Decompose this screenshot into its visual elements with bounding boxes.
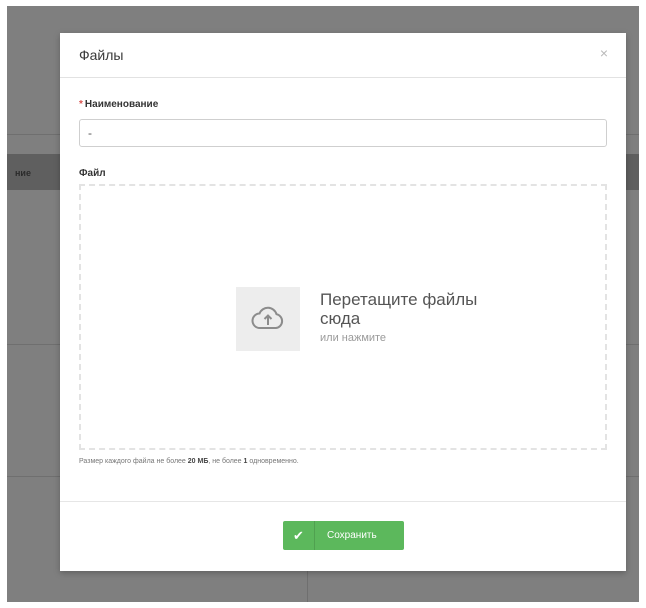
hint-size: 20 МБ [187, 458, 209, 465]
required-marker: * [79, 99, 83, 110]
background-divider [307, 566, 308, 602]
upload-hint: Размер каждого файла не более 20 МБ, не … [79, 458, 299, 465]
file-field-label: Файл [79, 168, 106, 179]
check-icon: ✔ [293, 528, 304, 543]
hint-prefix: Размер каждого файла не более [79, 458, 188, 465]
hint-suffix: одновременно. [247, 458, 299, 465]
dropzone-title: Перетащите файлы сюда [320, 290, 478, 328]
upload-icon-box [236, 287, 300, 351]
modal-title: Файлы [79, 47, 124, 63]
name-input[interactable] [79, 119, 607, 147]
save-button[interactable]: ✔ Сохранить [283, 521, 404, 550]
name-field-label: * Наименование [79, 99, 158, 110]
name-label-text: Наименование [84, 99, 159, 110]
button-divider [314, 521, 315, 550]
background-header-text: ние [15, 168, 31, 178]
dropzone-text: Перетащите файлы сюда или нажмите [320, 290, 500, 344]
file-dropzone[interactable]: Перетащите файлы сюда или нажмите [79, 184, 607, 450]
dropzone-subtitle: или нажмите [320, 332, 387, 344]
modal-footer [60, 501, 626, 502]
close-button[interactable]: × [600, 45, 608, 61]
hint-middle: , не более [208, 458, 244, 465]
files-modal: Файлы × *Наименование Файл Перетащите фа… [60, 33, 626, 571]
modal-header: Файлы × [60, 33, 626, 78]
save-button-label: Сохранить [327, 530, 377, 541]
cloud-upload-icon [251, 306, 284, 330]
